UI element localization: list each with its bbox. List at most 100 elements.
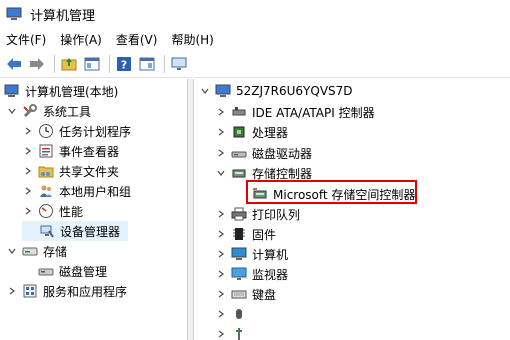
device-category-processor[interactable]: 处理器	[215, 122, 288, 142]
keyboard-icon	[231, 286, 247, 302]
window-title: 计算机管理	[30, 8, 96, 24]
tree-label: 52ZJ7R6U6YQVS7D	[236, 84, 353, 98]
services-icon	[22, 283, 38, 299]
tree-label: 计算机	[252, 247, 289, 262]
monitor-icon	[231, 266, 247, 282]
event-viewer-icon	[38, 143, 54, 159]
forward-arrow-icon[interactable]	[27, 54, 47, 74]
device-manager-icon	[39, 223, 55, 239]
printer-icon	[231, 206, 247, 222]
chevron-right-icon[interactable]	[215, 328, 227, 340]
device-category-disk-drives[interactable]: 磁盘驱动器	[215, 143, 312, 163]
toolbar-separator	[54, 54, 55, 73]
users-icon	[38, 183, 54, 199]
tree-label: 计算机管理(本地)	[25, 84, 119, 99]
device-category-ide[interactable]: IDE ATA/ATAPI 控制器	[215, 102, 375, 122]
chevron-right-icon[interactable]	[215, 228, 227, 240]
chevron-down-icon[interactable]	[215, 167, 227, 179]
chevron-down-icon[interactable]	[6, 245, 18, 257]
tree-label: 磁盘驱动器	[252, 146, 313, 161]
menu-help[interactable]: 帮助(H)	[171, 31, 213, 48]
chevron-right-icon[interactable]	[22, 145, 34, 157]
chevron-down-icon[interactable]	[6, 105, 18, 117]
tree-label: 固件	[252, 227, 277, 242]
tree-label: 本地用户和组	[59, 184, 132, 199]
tree-label: 存储控制器	[252, 166, 313, 181]
computer-management-icon	[6, 7, 22, 21]
tree-label: IDE ATA/ATAPI 控制器	[252, 105, 375, 120]
show-hide-tree-icon[interactable]	[82, 54, 102, 74]
tree-label: 性能	[59, 204, 84, 219]
tree-item-event-viewer[interactable]: 事件查看器	[22, 141, 119, 161]
tree-label: 服务和应用程序	[43, 284, 128, 299]
back-arrow-icon[interactable]	[4, 54, 24, 74]
up-folder-icon[interactable]	[59, 54, 79, 74]
toolbar-separator	[109, 54, 110, 73]
firmware-chip-icon	[231, 226, 247, 242]
monitor-icon[interactable]	[169, 54, 189, 74]
storage-icon	[22, 243, 38, 259]
tree-label: 设备管理器	[60, 224, 121, 239]
menu-bar: 文件(F) 操作(A) 查看(V) 帮助(H)	[0, 28, 510, 50]
tree-item-disk-management[interactable]: 磁盘管理	[22, 261, 107, 281]
tools-icon	[22, 103, 38, 119]
tree-item-local-users[interactable]: 本地用户和组	[22, 181, 131, 201]
chevron-right-icon[interactable]	[215, 147, 227, 159]
chevron-right-icon[interactable]	[215, 308, 227, 320]
tree-item-storage[interactable]: 存储	[6, 241, 67, 261]
chevron-right-icon[interactable]	[215, 268, 227, 280]
computer-icon	[215, 83, 231, 99]
tree-item-performance[interactable]: 性能	[22, 201, 83, 221]
tree-root-computer-management[interactable]: 计算机管理(本地)	[4, 81, 118, 101]
chevron-down-icon[interactable]	[199, 85, 211, 97]
help-icon[interactable]: ?	[114, 54, 134, 74]
chevron-right-icon[interactable]	[22, 165, 34, 177]
tree-label: 处理器	[252, 125, 289, 140]
menu-view[interactable]: 查看(V)	[116, 31, 158, 48]
ide-controller-icon	[231, 104, 247, 120]
chevron-right-icon[interactable]	[22, 205, 34, 217]
device-category-firmware[interactable]: 固件	[215, 224, 276, 244]
properties-icon[interactable]	[137, 54, 157, 74]
tree-label: 键盘	[252, 287, 277, 302]
tree-label: 任务计划程序	[59, 124, 132, 139]
tree-label: 存储	[43, 244, 68, 259]
device-category-truncated-2[interactable]	[215, 324, 252, 340]
tree-label: 监视器	[252, 267, 289, 282]
shared-folder-icon	[38, 163, 54, 179]
device-category-keyboard[interactable]: 键盘	[215, 284, 276, 304]
device-category-monitors[interactable]: 监视器	[215, 264, 288, 284]
tree-item-services-apps[interactable]: 服务和应用程序	[6, 281, 127, 301]
clock-icon	[38, 123, 54, 139]
tree-item-system-tools[interactable]: 系统工具	[6, 101, 91, 121]
chevron-right-icon[interactable]	[215, 126, 227, 138]
tree-item-device-manager[interactable]: 设备管理器	[22, 221, 128, 241]
chevron-right-icon[interactable]	[215, 106, 227, 118]
device-tree-root[interactable]: 52ZJ7R6U6YQVS7D	[199, 81, 353, 101]
tree-label: 共享文件夹	[59, 164, 120, 179]
svg-text:?: ?	[121, 58, 127, 71]
device-tree: 52ZJ7R6U6YQVS7D IDE ATA/ATAPI 控制器 处理器 磁盘…	[195, 79, 510, 340]
tree-label: 事件查看器	[59, 144, 120, 159]
mouse-icon	[231, 306, 247, 322]
tree-label: 系统工具	[43, 104, 92, 119]
disk-drive-icon	[231, 145, 247, 161]
pane-splitter[interactable]	[188, 79, 194, 340]
chevron-right-icon[interactable]	[215, 208, 227, 220]
chevron-right-icon[interactable]	[22, 185, 34, 197]
tree-item-task-scheduler[interactable]: 任务计划程序	[22, 121, 131, 141]
chevron-right-icon[interactable]	[215, 288, 227, 300]
menu-file[interactable]: 文件(F)	[6, 31, 46, 48]
device-category-print-queues[interactable]: 打印队列	[215, 204, 300, 224]
chevron-right-icon[interactable]	[6, 285, 18, 297]
storage-controller-icon	[231, 165, 247, 181]
tree-item-shared-folders[interactable]: 共享文件夹	[22, 161, 119, 181]
menu-action[interactable]: 操作(A)	[60, 31, 102, 48]
computer-management-icon	[4, 83, 20, 99]
chevron-right-icon[interactable]	[215, 248, 227, 260]
usb-icon	[231, 326, 247, 340]
device-category-computer[interactable]: 计算机	[215, 244, 288, 264]
device-category-truncated-1[interactable]	[215, 304, 252, 324]
chevron-right-icon[interactable]	[22, 125, 34, 137]
highlight-annotation-box	[246, 180, 417, 204]
